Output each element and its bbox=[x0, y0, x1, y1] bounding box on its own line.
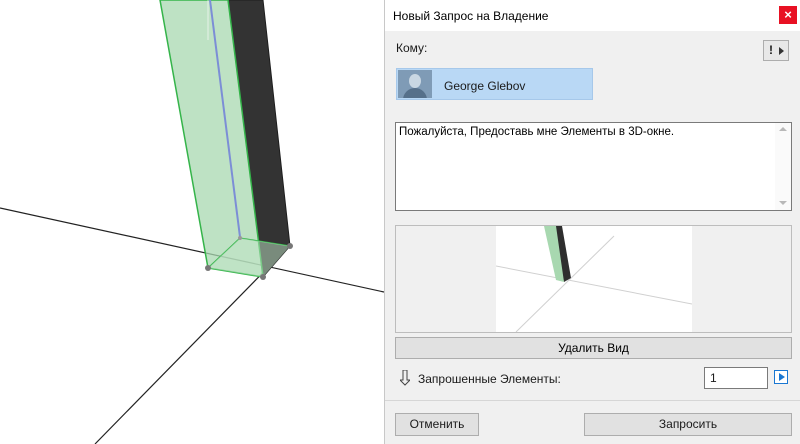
user-avatar-icon bbox=[398, 70, 432, 98]
vertex-handle[interactable] bbox=[260, 274, 266, 280]
message-text: Пожалуйста, Предоставь мне Элементы в 3D… bbox=[399, 126, 675, 138]
message-textarea[interactable]: Пожалуйста, Предоставь мне Элементы в 3D… bbox=[395, 122, 792, 211]
close-icon: × bbox=[784, 7, 792, 22]
request-button[interactable]: Запросить bbox=[584, 413, 792, 436]
recipient-name: George Glebov bbox=[444, 79, 526, 93]
dialog-title: Новый Запрос на Владение bbox=[393, 9, 549, 23]
preview-thumbnail bbox=[496, 226, 692, 332]
footer-divider bbox=[385, 400, 800, 401]
3d-scene bbox=[0, 0, 384, 444]
scroll-down-icon[interactable] bbox=[779, 201, 787, 205]
to-label: Кому: bbox=[396, 41, 428, 55]
exclamation-icon: ! bbox=[769, 43, 773, 57]
show-elements-button[interactable] bbox=[774, 370, 788, 384]
requested-count-field[interactable]: 1 bbox=[704, 367, 768, 389]
cancel-button[interactable]: Отменить bbox=[395, 413, 479, 436]
view-preview bbox=[395, 225, 792, 333]
vertex-handle[interactable] bbox=[205, 265, 211, 271]
arrow-down-icon bbox=[400, 370, 410, 386]
message-scrollbar[interactable] bbox=[775, 123, 791, 210]
play-arrow-icon bbox=[779, 373, 785, 381]
vertex-handle[interactable] bbox=[238, 236, 242, 240]
delete-view-button[interactable]: Удалить Вид bbox=[395, 337, 792, 359]
priority-menu-button[interactable]: ! bbox=[763, 40, 789, 61]
close-button[interactable]: × bbox=[779, 6, 797, 24]
vertex-handle[interactable] bbox=[287, 243, 293, 249]
axis-line-x bbox=[0, 207, 384, 293]
reservation-request-dialog: Новый Запрос на Владение × Кому: ! Georg… bbox=[384, 0, 800, 444]
preview-scene bbox=[496, 226, 692, 332]
requested-elements-label: Запрошенные Элементы: bbox=[418, 372, 561, 386]
recipient-item[interactable]: George Glebov bbox=[396, 68, 593, 100]
menu-arrow-icon bbox=[779, 47, 784, 55]
scroll-up-icon[interactable] bbox=[779, 127, 787, 131]
preview-axis-x bbox=[496, 265, 692, 305]
3d-viewport[interactable] bbox=[0, 0, 384, 444]
dialog-titlebar: Новый Запрос на Владение × bbox=[385, 0, 800, 31]
